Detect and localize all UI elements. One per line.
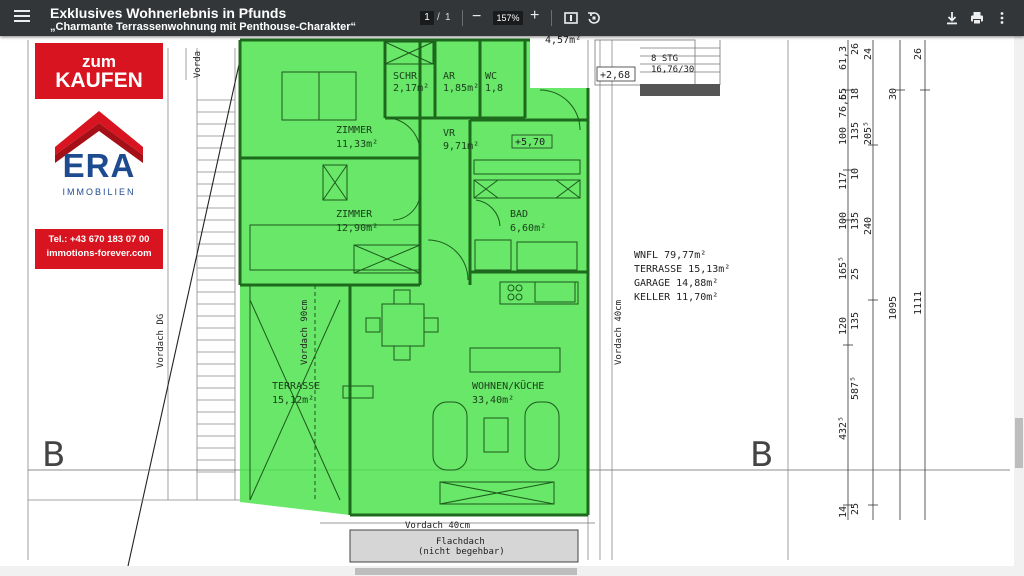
- room-wohnen-name: WOHNEN/KÜCHE: [472, 379, 544, 392]
- dim-c2-4: 10: [850, 168, 861, 180]
- vordach-top-label: Vorda: [193, 51, 203, 78]
- page-number-input[interactable]: 1: [420, 11, 434, 25]
- page-total: 1: [445, 12, 451, 23]
- summary-wnfl: WNFL 79,77m²: [634, 250, 706, 261]
- room-vr-area: 9,71m²: [443, 141, 479, 152]
- dim-c1-9: 432⁵: [838, 416, 849, 440]
- top-dimension: 4,57m²: [545, 36, 581, 46]
- ad-phone: Tel.: +43 670 183 07 00: [48, 234, 150, 245]
- room-wc-area: 1,8: [485, 83, 503, 94]
- dim-c1-10: 14: [838, 506, 849, 518]
- room-zimmer1-name: ZIMMER: [336, 125, 373, 136]
- toolbar-divider: [462, 10, 463, 26]
- flachdach-note: (nicht begehbar): [418, 547, 505, 557]
- dim-c5-1: 26: [913, 48, 924, 60]
- room-terrasse-name: TERRASSE: [272, 381, 320, 392]
- vertical-scrollbar[interactable]: [1014, 36, 1024, 566]
- room-bad-area: 6,60m²: [510, 223, 546, 234]
- dim-c2-8: 587⁵: [850, 376, 861, 400]
- room-zimmer1-area: 11,33m²: [336, 139, 378, 150]
- level-marker-lower: +2,68: [600, 70, 630, 81]
- dim-c1-3: 76,5: [838, 94, 849, 118]
- stairs-dims: 16,76/30: [651, 65, 694, 75]
- document-title: Exklusives Wohnerlebnis in Pfunds: [50, 5, 287, 21]
- room-schr-name: SCHR: [393, 71, 418, 82]
- zoom-in-button[interactable]: +: [530, 8, 539, 24]
- dim-c1-8: 120: [838, 317, 849, 335]
- summary-keller: KELLER 11,70m²: [634, 292, 718, 303]
- dim-c3-3: 240: [863, 217, 874, 235]
- dim-c2-2: 18: [850, 88, 861, 100]
- dim-c2-9: 25: [850, 503, 861, 515]
- dim-c1-7: 165⁵: [838, 256, 849, 280]
- dim-c3-2: 205⁵: [863, 121, 874, 145]
- print-icon[interactable]: [969, 10, 985, 26]
- dim-c1-4: 100: [838, 127, 849, 145]
- fit-page-icon[interactable]: [563, 10, 579, 26]
- dim-c2-3: 135: [850, 122, 861, 140]
- room-vr-name: VR: [443, 128, 456, 139]
- ad-website[interactable]: immotions-forever.com: [35, 248, 163, 259]
- summary-garage: GARAGE 14,88m²: [634, 278, 718, 289]
- vertical-scroll-thumb[interactable]: [1015, 418, 1023, 468]
- room-zimmer2-area: 12,90m²: [336, 223, 378, 234]
- dim-c2-5: 135: [850, 212, 861, 230]
- dim-c1-6: 100: [838, 212, 849, 230]
- room-wohnen-area: 33,40m²: [472, 395, 514, 406]
- ad-line2: KAUFEN: [55, 69, 143, 92]
- dim-c4-2: 1095: [888, 296, 899, 320]
- ad-subbrand: IMMOBILIEN: [62, 187, 136, 197]
- dim-c1-5: 117: [838, 172, 849, 190]
- vordach-dg-label: Vordach DG: [156, 314, 166, 368]
- room-ar-area: 1,85m²: [443, 83, 479, 94]
- level-marker-upper: +5,70: [515, 137, 545, 148]
- section-marker-right: B: [750, 435, 773, 475]
- dim-c2-7: 135: [850, 312, 861, 330]
- dim-c5-2: 1111: [913, 291, 924, 315]
- vordach-bottom-label: Vordach 40cm: [405, 521, 470, 531]
- zoom-out-button[interactable]: −: [472, 9, 481, 25]
- document-subtitle: „Charmante Terrassenwohnung mit Penthous…: [50, 21, 357, 33]
- vordach-90-label: Vordach 90cm: [300, 300, 310, 365]
- room-wc-name: WC: [485, 71, 497, 82]
- section-marker-left: B: [42, 435, 65, 475]
- vordach-40-right-label: Vordach 40cm: [614, 300, 624, 365]
- zoom-level-input[interactable]: 157%: [493, 11, 523, 25]
- rotate-icon[interactable]: [586, 10, 602, 26]
- room-schr-area: 2,17m²: [393, 83, 429, 94]
- pdf-toolbar: Exklusives Wohnerlebnis in Pfunds „Charm…: [0, 0, 1024, 36]
- dim-c2-1: 26: [850, 43, 861, 55]
- ad-line1: zum: [82, 52, 116, 71]
- download-icon[interactable]: [944, 10, 960, 26]
- toolbar-divider: [551, 10, 552, 26]
- dim-c4-1: 30: [888, 88, 899, 100]
- dim-c1-1: 61,3: [838, 46, 849, 70]
- room-bad-name: BAD: [510, 209, 528, 220]
- dim-c2-6: 25: [850, 268, 861, 280]
- menu-icon[interactable]: [14, 10, 30, 26]
- room-ar-name: AR: [443, 71, 456, 82]
- horizontal-scrollbar[interactable]: [0, 566, 1024, 576]
- dim-c3-1: 24: [863, 48, 874, 60]
- era-ad-banner: zum KAUFEN ERA IMMOBILIEN Tel.: +43 670 …: [35, 43, 163, 269]
- ad-brand: ERA: [62, 147, 136, 184]
- ad-headline: zum KAUFEN: [35, 43, 163, 99]
- room-terrasse-area: 15,12m²: [272, 395, 314, 406]
- more-options-icon[interactable]: [994, 10, 1010, 26]
- stairs-label: 8 STG: [651, 54, 678, 64]
- page-separator: /: [437, 12, 440, 23]
- room-zimmer2-name: ZIMMER: [336, 209, 373, 220]
- summary-terrasse: TERRASSE 15,13m²: [634, 264, 730, 275]
- flachdach-label: Flachdach: [436, 537, 485, 547]
- horizontal-scroll-thumb[interactable]: [355, 568, 577, 575]
